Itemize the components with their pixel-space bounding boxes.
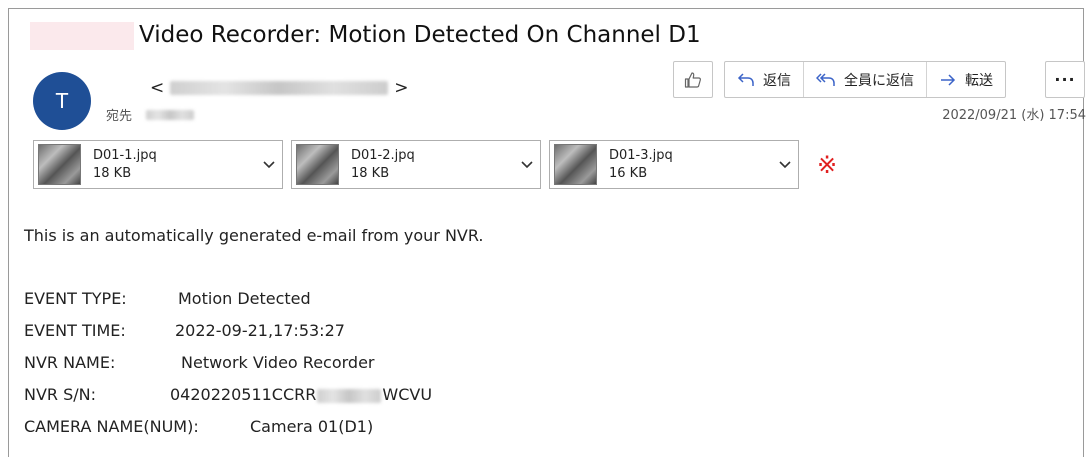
reply-all-button[interactable]: 全員に返信 (804, 62, 927, 97)
reply-button[interactable]: 返信 (725, 62, 804, 97)
field-nvr-serial: NVR S/N: 0420220511CCRR WCVU (24, 385, 432, 404)
reply-all-icon (816, 72, 835, 86)
field-event-time: EVENT TIME: 2022-09-21,17:53:27 (24, 321, 345, 340)
attachment-size: 18 KB (93, 165, 132, 181)
sender-close-bracket: > (394, 78, 409, 98)
reply-label: 返信 (763, 72, 791, 89)
attachment-item[interactable]: D01-2.jpq 18 KB (291, 140, 541, 189)
attachment-name: D01-3.jpq (609, 147, 673, 163)
email-subject: Video Recorder: Motion Detected On Chann… (139, 22, 701, 48)
attachment-name: D01-1.jpq (93, 147, 157, 163)
attachment-thumbnail (296, 144, 339, 185)
reference-mark: ※ (817, 150, 838, 179)
field-camera-name: CAMERA NAME(NUM): Camera 01(D1) (24, 417, 373, 436)
attachment-thumbnail (38, 144, 81, 185)
reply-all-label: 全員に返信 (844, 72, 914, 89)
attachment-thumbnail (554, 144, 597, 185)
field-value: 2022-09-21,17:53:27 (175, 321, 345, 340)
sender-open-bracket: < (150, 78, 165, 98)
field-label: NVR S/N: (24, 385, 97, 404)
chevron-down-icon[interactable] (514, 160, 540, 170)
field-nvr-name: NVR NAME: Network Video Recorder (24, 353, 375, 372)
attachment-name: D01-2.jpq (351, 147, 415, 163)
forward-label: 転送 (965, 72, 993, 89)
reply-button-group: 返信 全員に返信 転送 (724, 61, 1006, 98)
avatar-letter: T (55, 89, 69, 113)
received-datetime: 2022/09/21 (水) 17:54 (942, 108, 1086, 123)
forward-button[interactable]: 転送 (927, 62, 1005, 97)
field-value: Network Video Recorder (181, 353, 375, 372)
attachment-list: D01-1.jpq 18 KB D01-2.jpq 18 KB D01-3.jp… (33, 140, 837, 189)
serial-prefix: 0420220511CCRR (170, 385, 317, 404)
field-label: NVR NAME: (24, 353, 116, 372)
thumbs-up-icon (684, 71, 701, 88)
redacted-subject-prefix (30, 22, 134, 50)
sender-avatar[interactable]: T (33, 72, 91, 130)
redacted-serial (317, 388, 382, 403)
attachment-item[interactable]: D01-1.jpq 18 KB (33, 140, 283, 189)
field-value: Motion Detected (178, 289, 311, 308)
field-value: Camera 01(D1) (250, 417, 374, 436)
field-event-type: EVENT TYPE: Motion Detected (24, 289, 311, 308)
recipient-row: 宛先 (106, 105, 195, 124)
serial-suffix: WCVU (382, 385, 433, 404)
attachment-size: 16 KB (609, 165, 648, 181)
redacted-recipient (146, 109, 195, 120)
to-label: 宛先 (106, 109, 133, 124)
more-icon: ··· (1054, 70, 1076, 89)
attachment-size: 18 KB (351, 165, 390, 181)
chevron-down-icon[interactable] (772, 160, 798, 170)
sender-address[interactable]: < > (150, 78, 409, 98)
attachment-item[interactable]: D01-3.jpq 16 KB (549, 140, 799, 189)
chevron-down-icon[interactable] (256, 160, 282, 170)
like-button[interactable] (673, 61, 713, 98)
reply-icon (737, 72, 754, 86)
more-actions-button[interactable]: ··· (1045, 61, 1085, 98)
field-label: EVENT TIME: (24, 321, 126, 340)
forward-icon (941, 73, 956, 86)
field-label: EVENT TYPE: (24, 289, 127, 308)
email-intro: This is an automatically generated e-mai… (24, 226, 484, 245)
field-value: 0420220511CCRR WCVU (170, 385, 432, 404)
field-label: CAMERA NAME(NUM): (24, 417, 199, 436)
redacted-sender-email (170, 81, 389, 95)
